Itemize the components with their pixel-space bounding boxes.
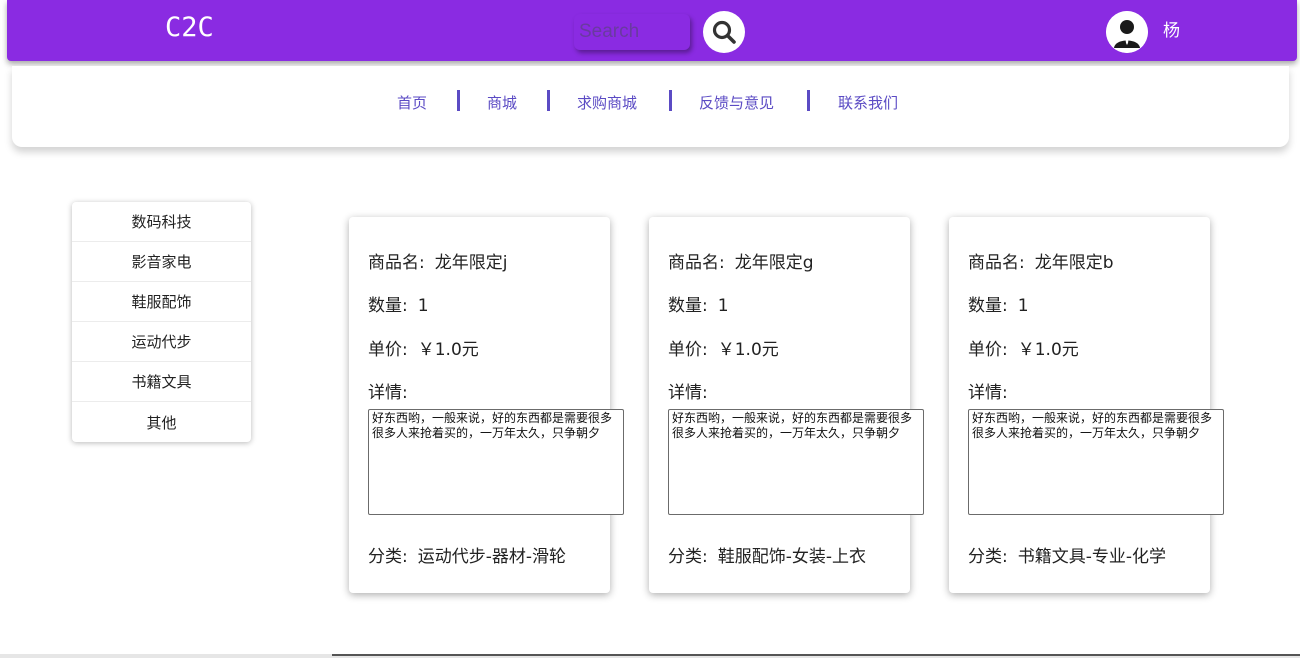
category-sidebar: 数码科技 影音家电 鞋服配饰 运动代步 书籍文具 其他 [72,202,251,442]
product-card[interactable]: 商品名: 龙年限定b 数量: 1 单价: ￥1.0元 详情: 好东西哟，一般来说，好的… [949,217,1224,593]
nav-feedback[interactable]: 反馈与意见 [699,92,774,113]
product-name-row: 商品名: 龙年限定b [968,248,1114,273]
price-label: 单价: [368,340,408,360]
nav-contact[interactable]: 联系我们 [838,92,898,113]
horizontal-scrollbar[interactable] [332,654,1300,656]
top-header: C2C 杨 [7,0,1297,61]
nav-wanted-mall[interactable]: 求购商城 [577,92,637,113]
quantity-value: 1 [1017,296,1029,316]
price-value: ￥1.0元 [417,340,479,360]
detail-textarea[interactable]: 好东西哟，一般来说，好的东西都是需要很多很多人来抢着买的，一万年太久，只争朝夕 [368,409,624,515]
price-row: 单价: ￥1.0元 [968,335,1079,360]
product-name-row: 商品名: 龙年限定j [368,248,507,273]
quantity-row: 数量: 1 [968,291,1029,316]
user-avatar[interactable] [1106,11,1148,53]
site-logo[interactable]: C2C [165,12,214,43]
category-label: 分类: [368,547,408,567]
price-row: 单价: ￥1.0元 [668,335,779,360]
detail-textarea[interactable]: 好东西哟，一般来说，好的东西都是需要很多很多人来抢着买的，一万年太久，只争朝夕 [968,409,1224,515]
price-label: 单价: [968,340,1008,360]
search-input[interactable] [574,14,690,50]
category-digital-tech[interactable]: 数码科技 [72,202,251,242]
user-icon [1106,11,1148,53]
detail-textarea[interactable]: 好东西哟，一般来说，好的东西都是需要很多很多人来抢着买的，一万年太久，只争朝夕 [668,409,924,515]
product-name: 龙年限定b [1034,253,1114,273]
price-label: 单价: [668,340,708,360]
detail-label: 详情: [968,383,1008,403]
product-name-row: 商品名: 龙年限定g [668,248,814,273]
detail-label: 详情: [368,383,408,403]
quantity-value: 1 [417,296,429,316]
nav-divider [669,90,672,111]
product-card[interactable]: 商品名: 龙年限定j 数量: 1 单价: ￥1.0元 详情: 好东西哟，一般来说，好的… [349,217,624,593]
category-apparel[interactable]: 鞋服配饰 [72,282,251,322]
nav-divider [457,90,460,111]
quantity-label: 数量: [968,296,1008,316]
product-name: 龙年限定g [734,253,814,273]
main-navigation: 首页 商城 求购商城 反馈与意见 联系我们 [12,66,1289,147]
product-card[interactable]: 商品名: 龙年限定g 数量: 1 单价: ￥1.0元 详情: 好东西哟，一般来说，好的… [649,217,924,593]
search-button[interactable] [703,11,745,53]
quantity-label: 数量: [368,296,408,316]
product-name-label: 商品名: [368,253,425,273]
detail-label: 详情: [668,383,708,403]
username-label[interactable]: 杨 [1163,16,1180,41]
search-icon [712,20,736,44]
category-row: 分类: 鞋服配饰-女装-上衣 [668,542,866,567]
nav-divider [807,90,810,111]
category-sports[interactable]: 运动代步 [72,322,251,362]
quantity-row: 数量: 1 [368,291,429,316]
category-value: 运动代步-器材-滑轮 [417,547,567,567]
product-name-label: 商品名: [668,253,725,273]
category-audio-video[interactable]: 影音家电 [72,242,251,282]
quantity-label: 数量: [668,296,708,316]
category-label: 分类: [968,547,1008,567]
nav-mall[interactable]: 商城 [487,92,517,113]
category-row: 分类: 书籍文具-专业-化学 [968,542,1166,567]
price-value: ￥1.0元 [1017,340,1079,360]
category-value: 鞋服配饰-女装-上衣 [717,547,867,567]
quantity-row: 数量: 1 [668,291,729,316]
price-value: ￥1.0元 [717,340,779,360]
category-value: 书籍文具-专业-化学 [1017,547,1167,567]
category-label: 分类: [668,547,708,567]
category-row: 分类: 运动代步-器材-滑轮 [368,542,566,567]
category-other[interactable]: 其他 [72,402,251,442]
product-name-label: 商品名: [968,253,1025,273]
nav-home[interactable]: 首页 [397,92,427,113]
quantity-value: 1 [717,296,729,316]
price-row: 单价: ￥1.0元 [368,335,479,360]
nav-divider [547,90,550,111]
category-books[interactable]: 书籍文具 [72,362,251,402]
product-name: 龙年限定j [434,253,508,273]
